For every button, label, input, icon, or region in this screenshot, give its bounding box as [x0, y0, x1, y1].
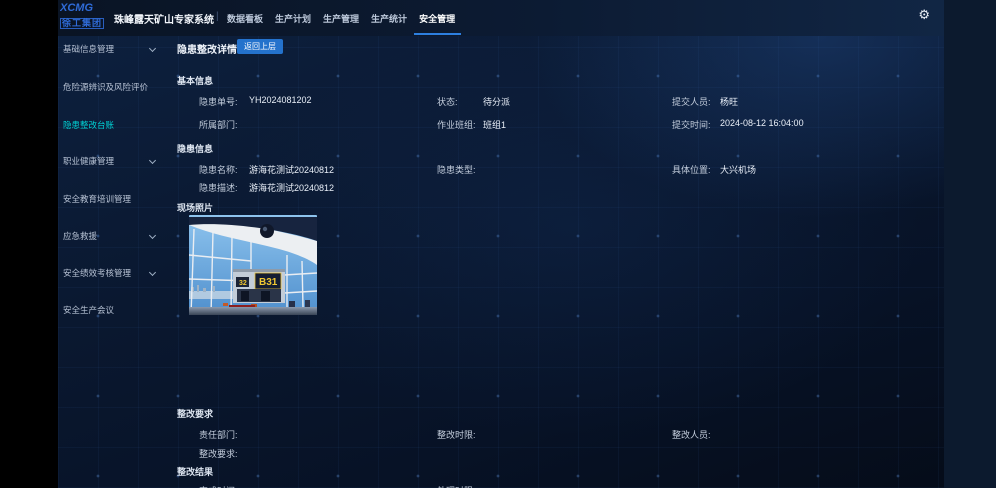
field-label-work-team: 作业班组: [437, 118, 476, 131]
hazard-info-row-2: 隐患描述: 游海花测试20240812 [177, 181, 944, 193]
nav-item-production-stats[interactable]: 生产统计 [371, 12, 407, 25]
field-label-resp-dept: 责任部门: [199, 428, 238, 441]
requirement-row-2: 整改要求: [177, 447, 944, 459]
section-title-hazard-info: 隐患信息 [177, 142, 213, 155]
top-navbar: XCMG 徐工集团 珠峰露天矿山专家系统 | 数据看板 生产计划 生产管理 生产… [58, 0, 944, 36]
site-photo-thumbnail[interactable]: 32 B31 [189, 215, 317, 315]
field-label-process-limit: 处理时限: [437, 484, 476, 488]
field-value-status: 待分派 [483, 95, 510, 108]
field-value-work-team: 班组1 [483, 118, 506, 131]
field-value-hazard-name: 游海花测试20240812 [249, 163, 334, 176]
sidebar: 基础信息管理 危险源辨识及风险评价 隐患整改台账 职业健康管理 安全教育培训管理 [58, 36, 177, 488]
field-label-hazard-name: 隐患名称: [199, 163, 238, 176]
basic-info-row-1: 隐患单号: YH2024081202 状态: 待分派 提交人员: 杨旺 [177, 95, 944, 107]
field-value-submitter: 杨旺 [720, 95, 738, 108]
field-label-req-text: 整改要求: [199, 447, 238, 460]
field-value-location: 大兴机场 [720, 163, 756, 176]
field-label-submitter: 提交人员: [672, 95, 711, 108]
field-label-finish-time: 完成时间: [199, 484, 238, 488]
logo-text-group: 徐工集团 [60, 18, 104, 29]
sidebar-item-safety-performance[interactable]: 安全绩效考核管理 [58, 267, 177, 281]
nav-item-production-mgmt[interactable]: 生产管理 [323, 12, 359, 25]
sidebar-item-label: 安全教育培训管理 [63, 193, 131, 205]
section-title-basic-info: 基本信息 [177, 74, 213, 87]
field-label-department: 所属部门: [199, 118, 238, 131]
nav-item-dashboard[interactable]: 数据看板 [227, 12, 263, 25]
basic-info-row-2: 所属部门: 作业班组: 班组1 提交时间: 2024-08-12 16:04:0… [177, 118, 944, 130]
field-label-location: 具体位置: [672, 163, 711, 176]
top-nav-menu: 数据看板 生产计划 生产管理 生产统计 安全管理 [227, 0, 455, 36]
airport-photo-graphic: 32 B31 [189, 215, 317, 315]
field-value-hazard-desc: 游海花测试20240812 [249, 181, 334, 194]
gate-sign-32: 32 [239, 280, 247, 287]
field-label-hazard-type: 隐患类型: [437, 163, 476, 176]
nav-item-production-plan[interactable]: 生产计划 [275, 12, 311, 25]
field-value-hazard-no: YH2024081202 [249, 95, 312, 105]
system-title: 珠峰露天矿山专家系统 [114, 11, 214, 26]
sidebar-item-label: 应急救援 [63, 230, 97, 242]
chevron-down-icon [149, 269, 156, 276]
field-label-submit-time: 提交时间: [672, 118, 711, 131]
sidebar-item-hazard-rectification-ledger[interactable]: 隐患整改台账 [58, 119, 177, 133]
content-area: 基础信息管理 危险源辨识及风险评价 隐患整改台账 职业健康管理 安全教育培训管理 [58, 36, 944, 488]
sidebar-item-safety-meeting[interactable]: 安全生产会议 [58, 304, 177, 318]
chevron-down-icon [149, 45, 156, 52]
sidebar-item-hazard-identification[interactable]: 危险源辨识及风险评价 [58, 81, 177, 95]
requirement-row-1: 责任部门: 整改时限: 整改人员: [177, 428, 944, 440]
gear-icon[interactable]: ⚙ [918, 8, 930, 21]
sidebar-item-label: 隐患整改台账 [63, 119, 114, 131]
sidebar-item-safety-education[interactable]: 安全教育培训管理 [58, 193, 177, 207]
sidebar-item-label: 安全绩效考核管理 [63, 267, 131, 279]
sidebar-item-label: 安全生产会议 [63, 304, 114, 316]
sidebar-item-label: 危险源辨识及风险评价 [63, 81, 148, 93]
field-value-submit-time: 2024-08-12 16:04:00 [720, 118, 804, 128]
result-row-1: 完成时间: 处理时限: [177, 484, 944, 488]
field-label-hazard-no: 隐患单号: [199, 95, 238, 108]
screen: XCMG 徐工集团 珠峰露天矿山专家系统 | 数据看板 生产计划 生产管理 生产… [0, 0, 996, 488]
field-label-status: 状态: [437, 95, 458, 108]
nav-item-safety-mgmt[interactable]: 安全管理 [419, 12, 455, 25]
sidebar-item-label: 职业健康管理 [63, 155, 114, 167]
page-title: 隐患整改详情 [177, 41, 237, 56]
back-button[interactable]: 返回上层 [237, 39, 283, 54]
field-label-deadline: 整改时限: [437, 428, 476, 441]
hazard-info-row-1: 隐患名称: 游海花测试20240812 隐患类型: 具体位置: 大兴机场 [177, 163, 944, 175]
desktop-right-band [944, 0, 996, 488]
section-title-rectification-result: 整改结果 [177, 465, 213, 478]
sidebar-item-label: 基础信息管理 [63, 43, 114, 55]
field-label-hazard-desc: 隐患描述: [199, 181, 238, 194]
section-title-site-photo: 现场照片 [177, 201, 213, 214]
logo-text-xcmg: XCMG [60, 3, 114, 14]
sidebar-item-emergency-rescue[interactable]: 应急救援 [58, 230, 177, 244]
hazard-detail-panel: 隐患整改详情 返回上层 基本信息 隐患单号: YH2024081202 状态: … [177, 36, 944, 488]
chevron-down-icon [149, 232, 156, 239]
gate-sign-b31: B31 [259, 277, 278, 288]
chevron-down-icon [149, 157, 156, 164]
section-title-rectification-req: 整改要求 [177, 407, 213, 420]
app-window: XCMG 徐工集团 珠峰露天矿山专家系统 | 数据看板 生产计划 生产管理 生产… [58, 0, 944, 488]
xcmg-logo: XCMG 徐工集团 [60, 3, 114, 33]
sidebar-item-occupational-health[interactable]: 职业健康管理 [58, 155, 177, 169]
field-label-rectifier: 整改人员: [672, 428, 711, 441]
sidebar-item-basic-info[interactable]: 基础信息管理 [58, 43, 177, 57]
title-separator: | [216, 11, 219, 22]
